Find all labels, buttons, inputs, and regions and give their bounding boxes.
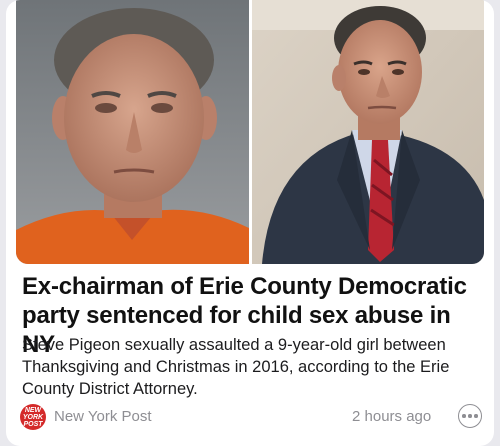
publisher-name[interactable]: New York Post [54,408,152,425]
article-footer: NEW YORK POST New York Post 2 hours ago [20,402,488,432]
article-image[interactable] [16,0,484,264]
timestamp: 2 hours ago [352,408,432,425]
ellipsis-circle-icon[interactable] [458,404,482,428]
article-summary: Steve Pigeon sexually assaulted a 9-year… [22,336,450,398]
courtroom-photo [252,0,484,264]
mugshot-photo [16,0,249,264]
news-card[interactable]: Ex-chairman of Erie County Democratic pa… [6,0,494,446]
publisher-logo: NEW YORK POST [20,404,46,430]
